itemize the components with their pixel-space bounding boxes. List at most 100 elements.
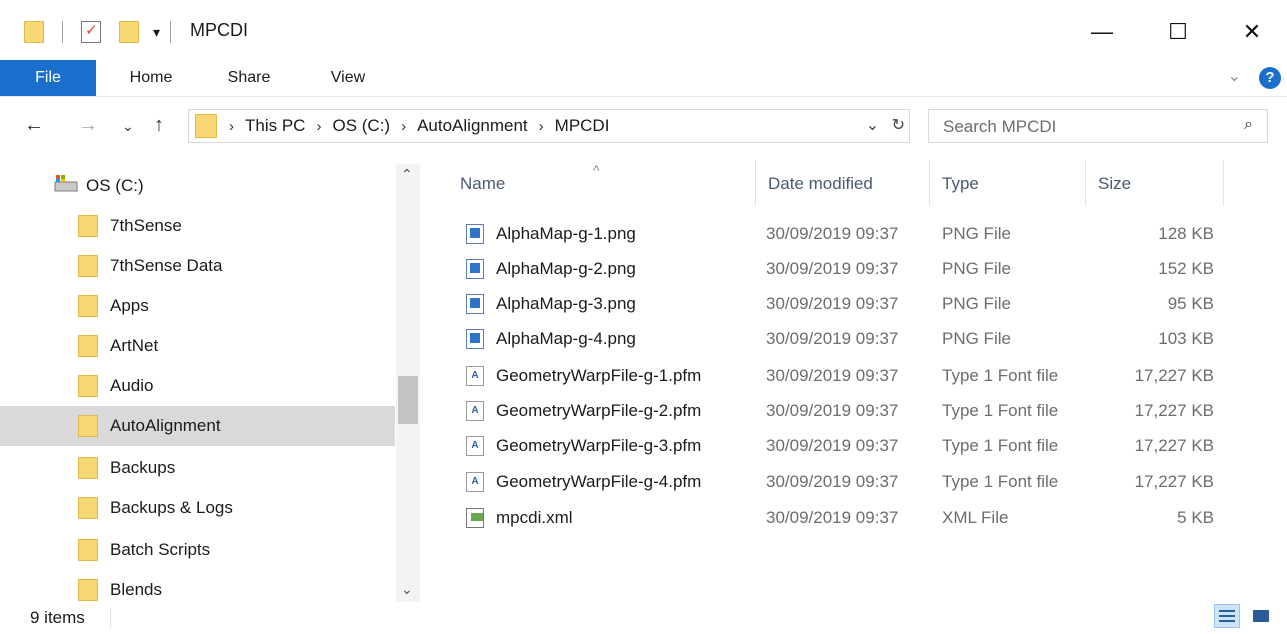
address-dropdown-icon[interactable]: ⌄ <box>866 117 879 134</box>
tab-file[interactable]: File <box>0 60 96 96</box>
folder-icon <box>78 415 98 437</box>
folder-icon <box>78 295 98 317</box>
up-button[interactable]: ↑ <box>154 114 164 137</box>
file-row[interactable]: A GeometryWarpFile-g-1.pfm 30/09/2019 09… <box>448 358 1228 394</box>
file-date: 30/09/2019 09:37 <box>766 224 899 243</box>
png-file-icon <box>466 329 484 349</box>
breadcrumb-mpcdi[interactable]: MPCDI <box>555 116 610 136</box>
xml-file-icon <box>466 508 484 528</box>
file-date: 30/09/2019 09:37 <box>766 472 899 491</box>
file-name: GeometryWarpFile-g-2.pfm <box>496 401 702 420</box>
nav-item-apps[interactable]: Apps <box>0 286 395 326</box>
tab-view[interactable]: View <box>318 60 378 96</box>
file-date: 30/09/2019 09:37 <box>766 329 899 348</box>
minimize-button[interactable]: — <box>1072 12 1132 52</box>
nav-item-7thsense[interactable]: 7thSense <box>0 206 395 246</box>
nav-scrollbar[interactable]: ⌃ ⌄ <box>396 164 420 602</box>
search-input[interactable]: Search MPCDI <box>943 117 1056 137</box>
tab-share[interactable]: Share <box>216 60 282 96</box>
breadcrumb-this-pc[interactable]: This PC <box>245 116 305 136</box>
file-date: 30/09/2019 09:37 <box>766 366 899 385</box>
large-icons-view-icon <box>1253 610 1269 622</box>
file-size: 95 KB <box>1167 294 1214 313</box>
file-size: 17,227 KB <box>1134 436 1214 455</box>
nav-item-autoalignment[interactable]: AutoAlignment <box>0 406 395 446</box>
file-row[interactable]: A GeometryWarpFile-g-3.pfm 30/09/2019 09… <box>448 428 1228 464</box>
font-file-icon: A <box>466 472 484 492</box>
maximize-button[interactable]: ☐ <box>1148 12 1208 52</box>
nav-item-label: Audio <box>110 376 154 395</box>
nav-item-drive[interactable]: OS (C:) <box>0 166 395 206</box>
file-row[interactable]: AlphaMap-g-2.png 30/09/2019 09:37 PNG Fi… <box>448 251 1228 287</box>
tab-home[interactable]: Home <box>118 60 184 96</box>
file-name: GeometryWarpFile-g-3.pfm <box>496 436 702 455</box>
file-row[interactable]: AlphaMap-g-4.png 30/09/2019 09:37 PNG Fi… <box>448 321 1228 357</box>
nav-item-label: AutoAlignment <box>110 416 221 435</box>
breadcrumb-autoalignment[interactable]: AutoAlignment <box>417 116 528 136</box>
folder-icon <box>78 457 98 479</box>
address-controls: ⌄ ↻ <box>866 115 905 135</box>
new-folder-icon[interactable] <box>119 21 139 43</box>
file-list: ^ Name Date modified Type Size AlphaMap-… <box>448 160 1287 602</box>
nav-item-7thsense-data[interactable]: 7thSense Data <box>0 246 395 286</box>
nav-item-artnet[interactable]: ArtNet <box>0 326 395 366</box>
file-row[interactable]: A GeometryWarpFile-g-4.pfm 30/09/2019 09… <box>448 464 1228 500</box>
file-name: AlphaMap-g-3.png <box>496 294 636 313</box>
font-file-icon: A <box>466 366 484 386</box>
address-bar[interactable]: › This PC › OS (C:) › AutoAlignment › MP… <box>188 109 910 143</box>
font-file-icon: A <box>466 401 484 421</box>
file-row[interactable]: A GeometryWarpFile-g-2.pfm 30/09/2019 09… <box>448 393 1228 429</box>
nav-item-backups[interactable]: Backups <box>0 448 395 488</box>
file-row[interactable]: AlphaMap-g-3.png 30/09/2019 09:37 PNG Fi… <box>448 286 1228 322</box>
nav-item-backups-logs[interactable]: Backups & Logs <box>0 488 395 528</box>
breadcrumb-separator: › <box>538 117 544 135</box>
scroll-thumb[interactable] <box>398 376 418 424</box>
recent-locations-button[interactable]: ⌄ <box>122 118 134 135</box>
folder-icon <box>24 21 44 43</box>
help-icon[interactable]: ? <box>1259 67 1281 89</box>
nav-item-label: Backups <box>110 458 176 477</box>
file-name: AlphaMap-g-2.png <box>496 259 636 278</box>
properties-icon[interactable] <box>81 21 101 43</box>
large-icons-view-button[interactable] <box>1248 604 1274 628</box>
file-type: XML File <box>942 508 1009 527</box>
details-view-button[interactable] <box>1214 604 1240 628</box>
customize-toolbar-icon[interactable]: ▾ <box>153 24 160 41</box>
back-button[interactable]: ← <box>24 114 44 137</box>
nav-item-audio[interactable]: Audio <box>0 366 395 406</box>
file-name: AlphaMap-g-1.png <box>496 224 636 243</box>
file-row[interactable]: AlphaMap-g-1.png 30/09/2019 09:37 PNG Fi… <box>448 216 1228 252</box>
quick-access-toolbar: ▾ <box>24 18 172 46</box>
status-separator <box>110 608 111 628</box>
column-header-type[interactable]: Type <box>930 160 1086 206</box>
scroll-up-icon[interactable]: ⌃ <box>401 166 413 183</box>
file-name: mpcdi.xml <box>496 508 573 527</box>
column-header-date[interactable]: Date modified <box>756 160 930 206</box>
folder-icon <box>78 255 98 277</box>
forward-button[interactable]: → <box>78 114 98 137</box>
expand-ribbon-icon[interactable]: ⌄ <box>1228 66 1241 86</box>
title-bar: ▾ MPCDI — ☐ ✕ <box>0 0 1287 60</box>
nav-item-label: ArtNet <box>110 336 159 355</box>
toolbar-separator <box>62 21 63 43</box>
file-name: AlphaMap-g-4.png <box>496 329 636 348</box>
column-header-size[interactable]: Size <box>1086 160 1224 206</box>
file-name: GeometryWarpFile-g-1.pfm <box>496 366 702 385</box>
scroll-down-icon[interactable]: ⌄ <box>401 581 413 598</box>
file-size: 152 KB <box>1158 259 1214 278</box>
breadcrumb-separator: › <box>316 117 322 135</box>
nav-item-batch-scripts[interactable]: Batch Scripts <box>0 530 395 570</box>
refresh-icon[interactable]: ↻ <box>892 117 905 134</box>
nav-item-blends[interactable]: Blends <box>0 570 395 602</box>
file-row[interactable]: mpcdi.xml 30/09/2019 09:37 XML File 5 KB <box>448 500 1228 536</box>
file-date: 30/09/2019 09:37 <box>766 436 899 455</box>
file-date: 30/09/2019 09:37 <box>766 401 899 420</box>
close-button[interactable]: ✕ <box>1222 12 1282 52</box>
file-type: Type 1 Font file <box>942 472 1059 491</box>
column-header-name[interactable]: ^ Name <box>448 160 756 206</box>
search-box[interactable]: Search MPCDI ⌕ <box>928 109 1268 143</box>
folder-icon <box>78 375 98 397</box>
breadcrumb-os-c[interactable]: OS (C:) <box>332 116 390 136</box>
file-type: PNG File <box>942 294 1011 313</box>
nav-item-label: Blends <box>110 580 162 599</box>
